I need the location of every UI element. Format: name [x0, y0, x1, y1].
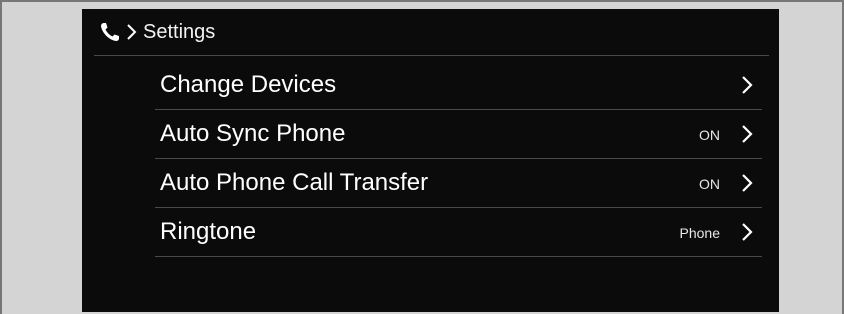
settings-list: Change Devices Auto Sync Phone ON Auto P…	[155, 61, 762, 257]
breadcrumb: Settings	[82, 9, 779, 55]
list-item-auto-sync-phone[interactable]: Auto Sync Phone ON	[155, 110, 762, 159]
infotainment-screen: Settings Change Devices Auto Sync Phone …	[82, 9, 779, 312]
status-value: ON	[699, 176, 720, 192]
bezel-left-edge	[0, 0, 2, 314]
chevron-right-icon	[740, 172, 754, 194]
list-item-label: Change Devices	[160, 71, 337, 98]
status-value: ON	[699, 127, 720, 143]
list-item-label: Ringtone	[160, 218, 257, 245]
list-item-label: Auto Sync Phone	[160, 120, 346, 147]
header-divider	[94, 55, 769, 56]
chevron-right-icon	[740, 123, 754, 145]
list-item-auto-phone-call-transfer[interactable]: Auto Phone Call Transfer ON	[155, 159, 762, 208]
bezel-top-edge	[0, 0, 844, 2]
status-value: Phone	[679, 225, 720, 241]
page-title: Settings	[143, 21, 216, 43]
chevron-right-icon	[126, 23, 138, 41]
list-item-ringtone[interactable]: Ringtone Phone	[155, 208, 762, 257]
list-item-change-devices[interactable]: Change Devices	[155, 61, 762, 110]
chevron-right-icon	[740, 74, 754, 96]
phone-icon[interactable]	[99, 21, 123, 43]
list-item-label: Auto Phone Call Transfer	[160, 169, 429, 196]
chevron-right-icon	[740, 221, 754, 243]
